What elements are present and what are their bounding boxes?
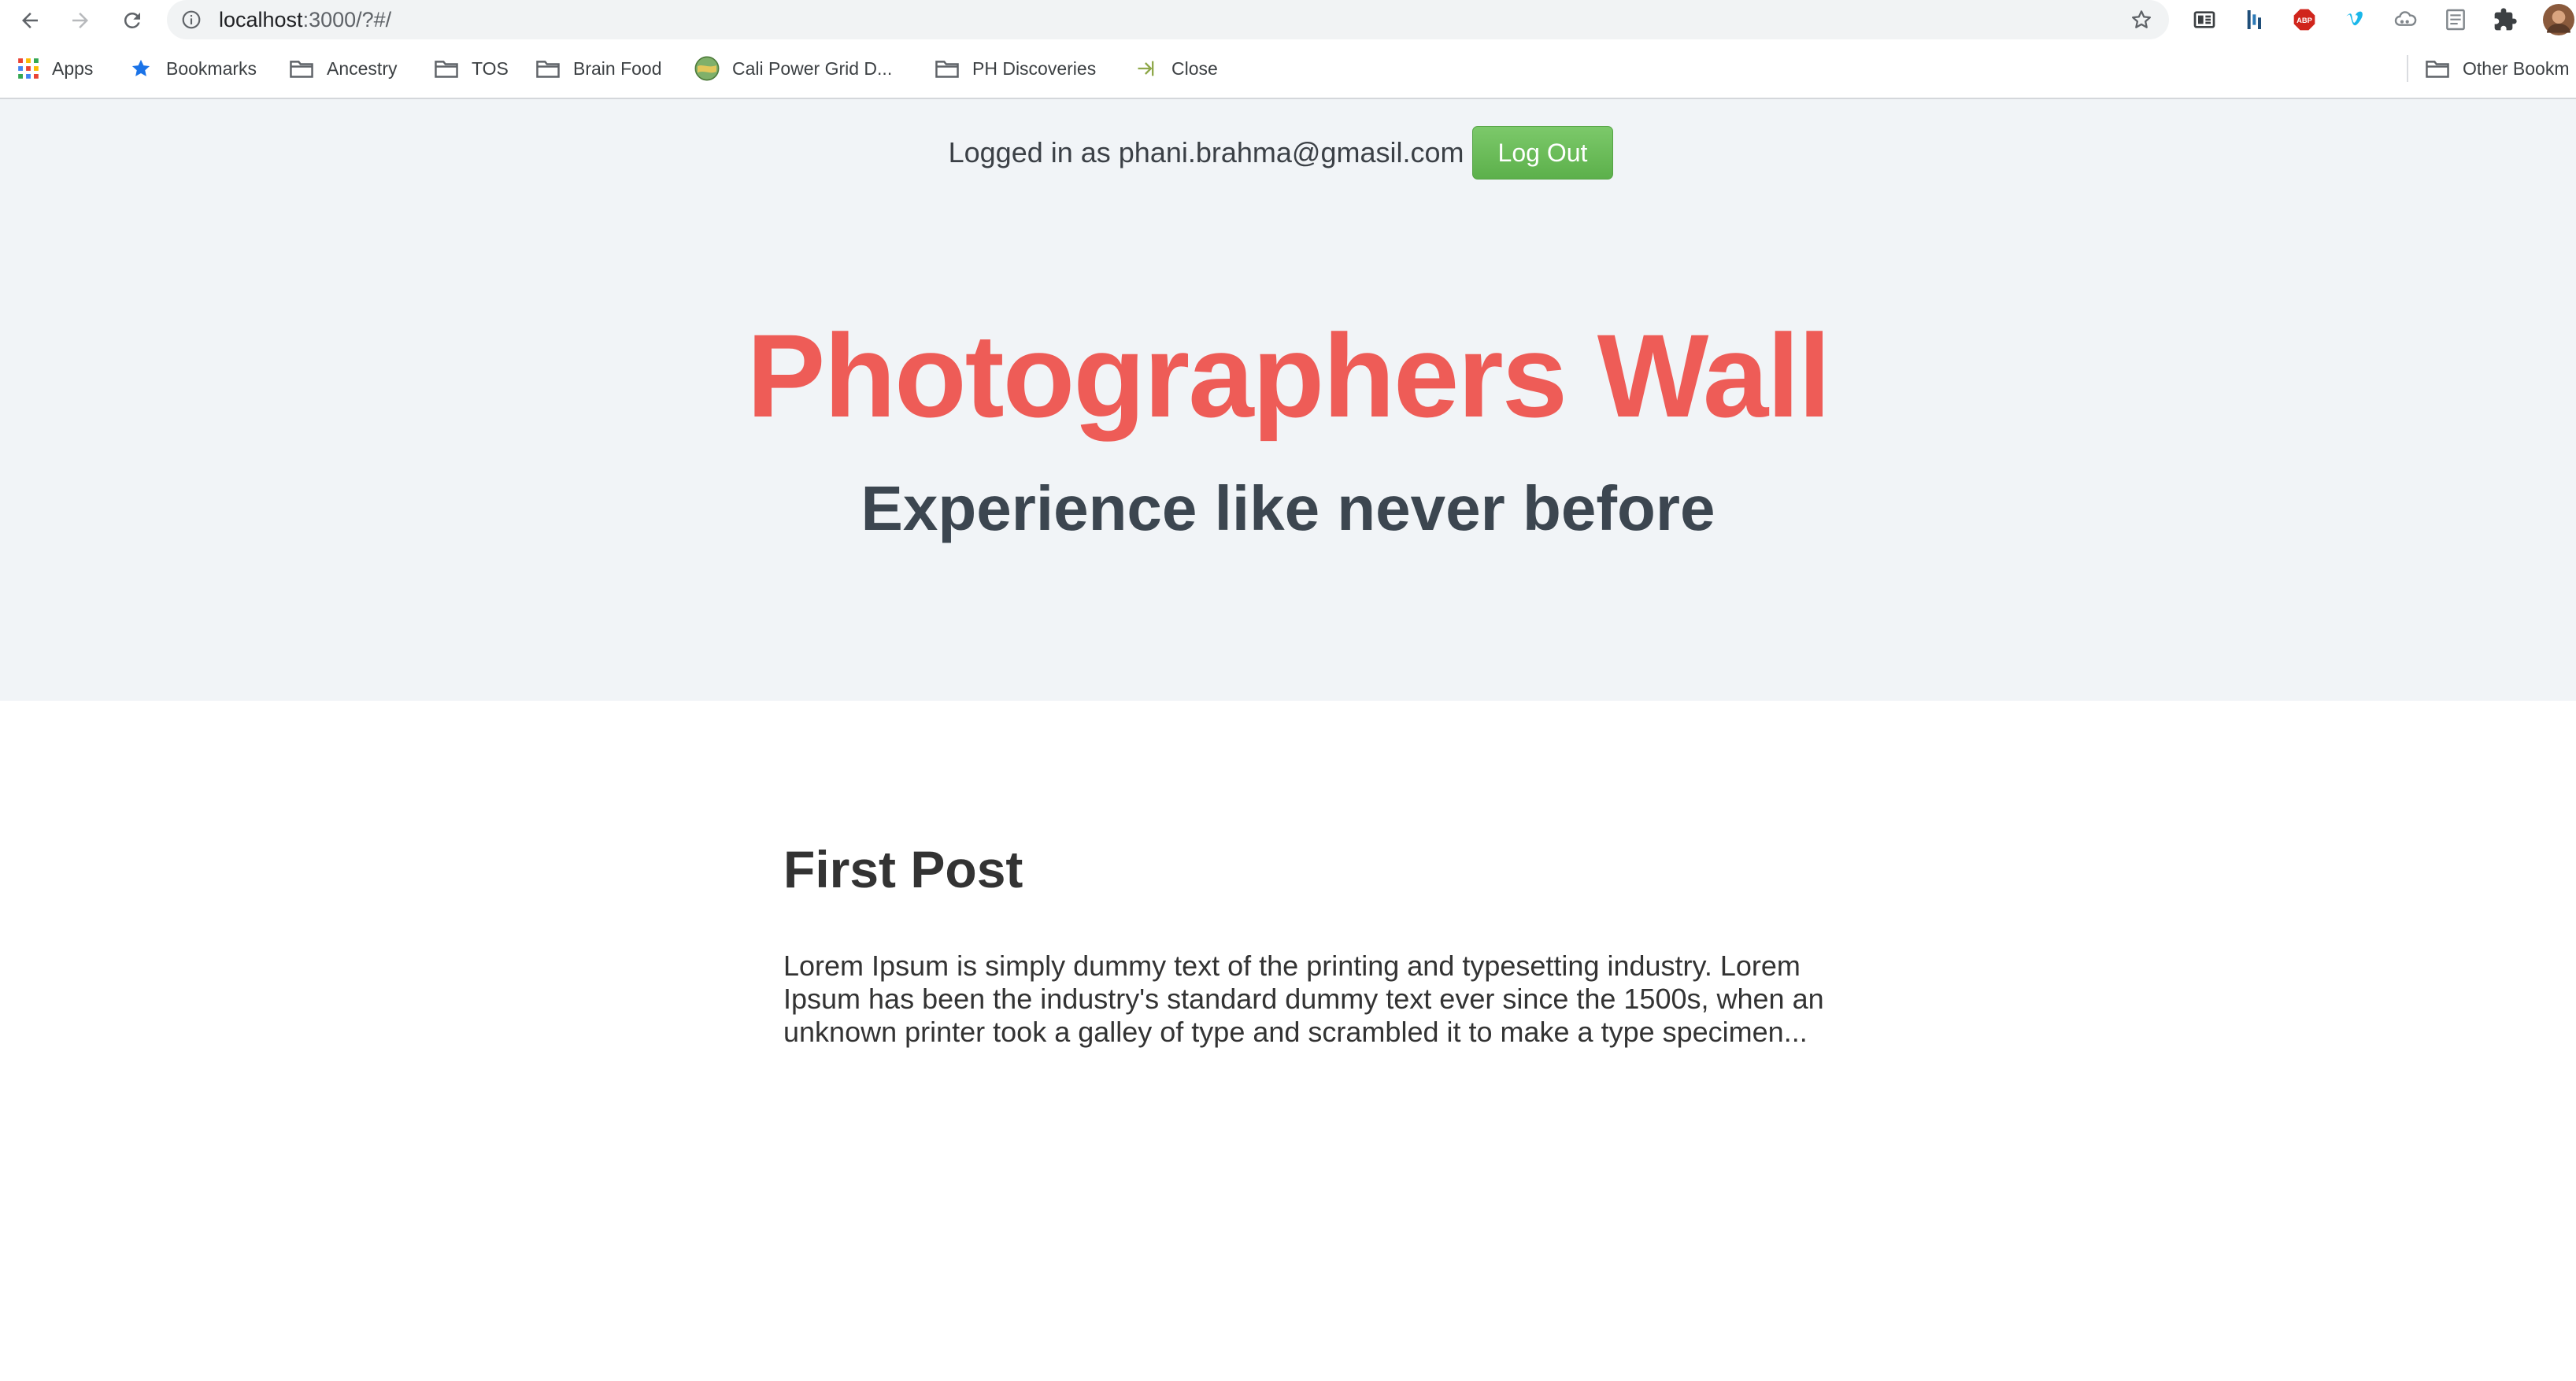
profile-avatar	[2543, 4, 2574, 35]
info-circle-icon[interactable]	[181, 9, 202, 30]
post-title[interactable]: First Post	[783, 838, 1854, 901]
bookmark-label: Ancestry	[327, 57, 398, 79]
bookmark-folder-tos[interactable]: TOS	[434, 55, 509, 82]
bar-chart-icon	[2247, 10, 2261, 29]
star-icon[interactable]	[2130, 8, 2153, 31]
adblock-extension[interactable]: ABP	[2291, 6, 2318, 33]
post-body: Lorem Ipsum is simply dummy text of the …	[783, 950, 1824, 1048]
document-icon	[2446, 9, 2465, 31]
folder-icon	[435, 61, 458, 78]
bookmark-apps[interactable]: Apps	[17, 55, 93, 82]
forward-button[interactable]	[63, 3, 98, 38]
bookmark-label: Apps	[52, 57, 94, 79]
logged-in-text: Logged in as phani.brahma@gmasil.com	[948, 136, 1464, 168]
bookmark-label: Other Bookm	[2463, 57, 2570, 79]
bookmark-label: Bookmarks	[166, 57, 257, 79]
back-button[interactable]	[13, 3, 47, 38]
star-icon	[131, 59, 150, 76]
bookmarks-bar: Apps Bookmarks Ancestry TOS Brain Food C…	[0, 46, 2576, 91]
bookmark-label: Brain Food	[573, 57, 662, 79]
address-bar[interactable]: localhost:3000/?#/	[167, 0, 2169, 39]
apps-grid-icon	[18, 58, 39, 79]
reload-button[interactable]	[115, 3, 150, 38]
bookmark-other-bookmarks[interactable]: Other Bookm	[2425, 55, 2570, 82]
globe-icon	[694, 56, 720, 81]
url-path: :3000/?#/	[302, 8, 392, 31]
cloud-extension[interactable]	[2392, 6, 2419, 33]
bookmark-cali-power-grid[interactable]: Cali Power Grid D...	[694, 55, 892, 82]
bookmark-label: PH Discoveries	[972, 57, 1097, 79]
extensions-button[interactable]	[2492, 6, 2519, 33]
folder-icon	[536, 61, 560, 78]
folder-icon	[935, 61, 959, 78]
bookmark-label: Cali Power Grid D...	[732, 57, 893, 79]
cloud-icon	[2394, 11, 2417, 26]
document-extension[interactable]	[2442, 6, 2469, 33]
folder-icon	[2426, 61, 2449, 78]
vimeo-extension[interactable]	[2341, 6, 2368, 33]
bookmarks-separator	[2407, 55, 2408, 82]
login-status: Logged in as phani.brahma@gmasil.com Log…	[0, 126, 2576, 180]
arrow-right-icon	[72, 13, 88, 28]
close-arrow-icon	[1138, 61, 1154, 76]
bookmark-bookmarks[interactable]: Bookmarks	[128, 55, 257, 82]
bookmark-folder-brain-food[interactable]: Brain Food	[535, 55, 662, 82]
bookmark-close[interactable]: Close	[1134, 55, 1218, 82]
vimeo-icon	[2344, 9, 2366, 31]
bookmark-label: TOS	[472, 57, 509, 79]
bookmark-label: Close	[1171, 57, 1218, 79]
url-text[interactable]: localhost:3000/?#/	[219, 8, 391, 31]
folder-icon	[290, 61, 313, 78]
arrow-left-icon	[22, 13, 38, 28]
browser-toolbar: localhost:3000/?#/ ABP	[0, 0, 2576, 41]
profile-button[interactable]	[2543, 4, 2574, 35]
site-title: Photographers Wall	[746, 309, 1830, 442]
puzzle-icon	[2494, 8, 2517, 31]
bookmark-folder-ph-discoveries[interactable]: PH Discoveries	[935, 55, 1096, 82]
site-subtitle: Experience like never before	[861, 473, 1715, 543]
bookmark-folder-ancestry[interactable]: Ancestry	[289, 55, 397, 82]
adblock-icon: ABP	[2293, 9, 2315, 31]
reload-icon	[124, 12, 140, 28]
reader-icon	[2193, 11, 2215, 28]
adblock-label: ABP	[2297, 17, 2312, 24]
stats-extension[interactable]	[2241, 6, 2268, 33]
logout-button[interactable]: Log Out	[1471, 126, 1614, 180]
reader-extension[interactable]	[2191, 6, 2218, 33]
post-card: First Post Lorem Ipsum is simply dummy t…	[783, 838, 1854, 1048]
url-host: localhost	[219, 8, 303, 31]
